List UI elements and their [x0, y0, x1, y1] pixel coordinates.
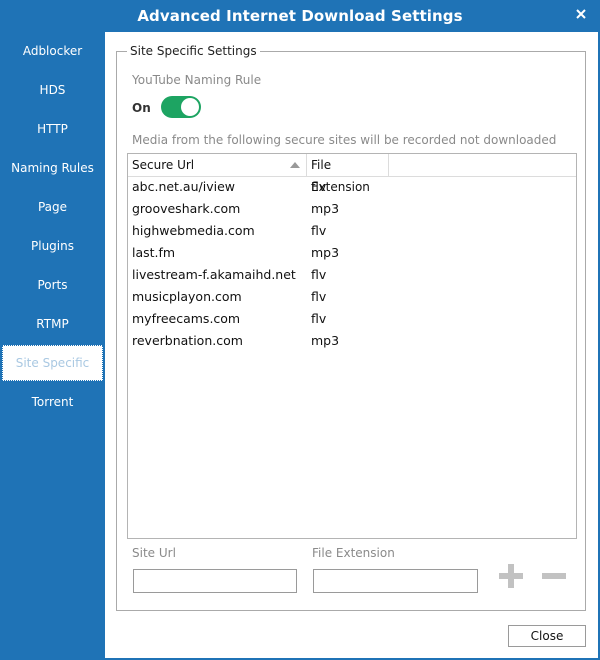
column-header-secure-url[interactable]: Secure Url: [128, 154, 307, 176]
url-cell: livestream-f.akamaihd.net: [132, 267, 296, 282]
url-cell: last.fm: [132, 245, 176, 260]
settings-window: Advanced Internet Download Settings Adbl…: [0, 0, 600, 660]
table-row[interactable]: myfreecams.com flv: [128, 308, 568, 330]
sidebar-item-naming-rules[interactable]: Naming Rules: [2, 151, 103, 185]
toggle-state-label: On: [132, 101, 151, 115]
url-cell: grooveshark.com: [132, 201, 241, 216]
secure-sites-table: Secure Url File Extension abc.net.au/ivi…: [127, 153, 577, 539]
sidebar-item-adblocker[interactable]: Adblocker: [2, 34, 103, 68]
window-title: Advanced Internet Download Settings: [137, 7, 463, 25]
column-header-label: Secure Url: [132, 158, 195, 172]
url-cell: abc.net.au/iview: [132, 179, 235, 194]
column-header-file-extension[interactable]: File Extension: [307, 154, 389, 194]
url-cell: highwebmedia.com: [132, 223, 255, 238]
youtube-naming-rule-label: YouTube Naming Rule: [132, 73, 262, 87]
title-bar: Advanced Internet Download Settings: [0, 0, 600, 32]
sidebar-item-rtmp[interactable]: RTMP: [2, 307, 103, 341]
url-cell: myfreecams.com: [132, 311, 241, 326]
sidebar-item-hds[interactable]: HDS: [2, 73, 103, 107]
toggle-knob: [181, 98, 199, 116]
ext-cell: mp3: [311, 201, 340, 216]
sidebar-item-page[interactable]: Page: [2, 190, 103, 224]
ext-cell: flv: [311, 179, 327, 194]
table-row[interactable]: musicplayon.com flv: [128, 286, 568, 308]
sidebar-item-torrent[interactable]: Torrent: [2, 385, 103, 419]
close-icon[interactable]: [574, 7, 588, 21]
table-row[interactable]: last.fm mp3: [128, 242, 568, 264]
group-title: Site Specific Settings: [127, 44, 260, 58]
add-icon[interactable]: [498, 563, 524, 589]
ext-cell: flv: [311, 289, 327, 304]
sidebar-item-plugins[interactable]: Plugins: [2, 229, 103, 263]
ext-cell: flv: [311, 223, 327, 238]
table-row[interactable]: highwebmedia.com flv: [128, 220, 568, 242]
ext-cell: mp3: [311, 245, 340, 260]
file-extension-label: File Extension: [312, 546, 395, 560]
table-row[interactable]: reverbnation.com mp3: [128, 330, 568, 352]
url-cell: musicplayon.com: [132, 289, 242, 304]
youtube-naming-toggle[interactable]: [161, 96, 201, 118]
sidebar-item-site-specific[interactable]: Site Specific: [2, 345, 103, 381]
site-url-label: Site Url: [132, 546, 176, 560]
site-url-input[interactable]: [133, 569, 297, 593]
sidebar: Adblocker HDS HTTP Naming Rules Page Plu…: [0, 32, 105, 660]
sort-ascending-icon: [290, 162, 300, 168]
ext-cell: flv: [311, 311, 327, 326]
file-extension-input[interactable]: [313, 569, 478, 593]
ext-cell: flv: [311, 267, 327, 282]
table-row[interactable]: livestream-f.akamaihd.net flv: [128, 264, 568, 286]
table-row[interactable]: abc.net.au/iview flv: [128, 176, 568, 198]
content-panel: Site Specific Settings YouTube Naming Ru…: [105, 32, 598, 658]
table-row[interactable]: grooveshark.com mp3: [128, 198, 568, 220]
ext-cell: mp3: [311, 333, 340, 348]
sidebar-item-ports[interactable]: Ports: [2, 268, 103, 302]
secure-sites-note: Media from the following secure sites wi…: [132, 133, 557, 147]
url-cell: reverbnation.com: [132, 333, 243, 348]
table-header: Secure Url File Extension: [128, 154, 576, 194]
remove-icon[interactable]: [541, 563, 567, 589]
sidebar-item-http[interactable]: HTTP: [2, 112, 103, 146]
close-button[interactable]: Close: [508, 625, 586, 647]
